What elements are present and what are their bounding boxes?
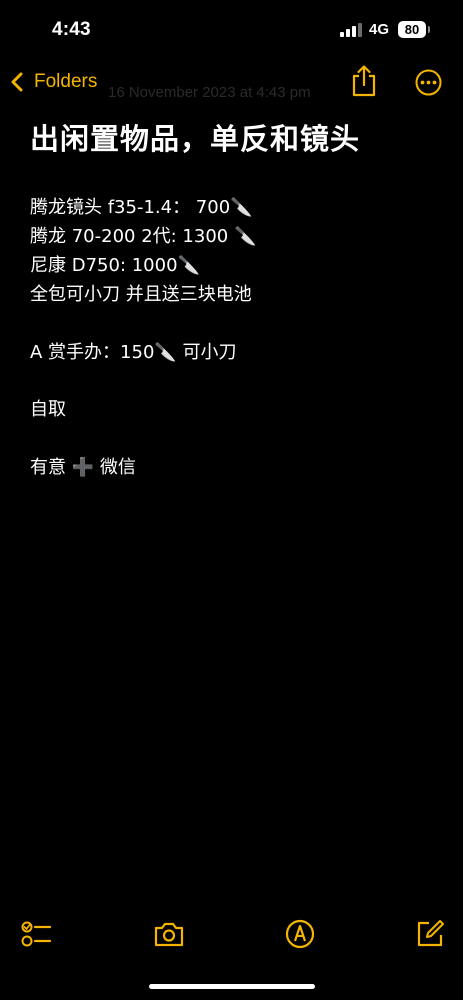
markup-button[interactable] [284, 918, 316, 950]
chevron-left-icon [11, 72, 23, 92]
note-line[interactable]: 尼康 D750: 1000🔪 [30, 251, 200, 277]
status-bar: 4:43 4G 80 [0, 0, 463, 58]
battery-level: 80 [404, 22, 420, 37]
compose-button[interactable] [414, 918, 446, 950]
share-button[interactable] [350, 64, 378, 98]
note-line[interactable]: 腾龙 70-200 2代: 1300 🔪 [30, 222, 256, 248]
note-line[interactable]: 腾龙镜头 f35-1.4： 700🔪 [30, 193, 253, 219]
back-label: Folders [34, 71, 98, 92]
note-title[interactable]: 出闲置物品，单反和镜头 [30, 116, 360, 158]
note-line[interactable]: 全包可小刀 并且送三块电池 [30, 280, 252, 306]
camera-button[interactable] [153, 918, 185, 950]
battery-icon: 80 [398, 21, 426, 38]
note-line[interactable]: 自取 [30, 395, 66, 421]
note-date: 16 November 2023 at 4:43 pm [108, 84, 311, 101]
network-type: 4G [369, 21, 390, 38]
camera-icon [154, 922, 184, 947]
share-icon [352, 65, 376, 97]
back-to-folders-button[interactable]: Folders [8, 66, 97, 98]
checklist-icon [21, 921, 52, 947]
status-time: 4:43 [52, 19, 91, 40]
battery-tip [428, 26, 430, 33]
markup-pen-icon [285, 919, 315, 949]
more-options-button[interactable] [415, 69, 442, 96]
note-line[interactable]: A 赏手办：150🔪 可小刀 [30, 338, 237, 364]
cellular-signal-icon [340, 23, 362, 37]
nav-bar: 16 November 2023 at 4:43 pm Folders [0, 58, 463, 108]
ellipsis-circle-icon [415, 69, 442, 96]
checklist-button[interactable] [20, 918, 52, 950]
compose-icon [417, 920, 444, 947]
home-indicator[interactable] [149, 984, 315, 989]
note-line[interactable]: 有意 ➕ 微信 [30, 453, 136, 479]
